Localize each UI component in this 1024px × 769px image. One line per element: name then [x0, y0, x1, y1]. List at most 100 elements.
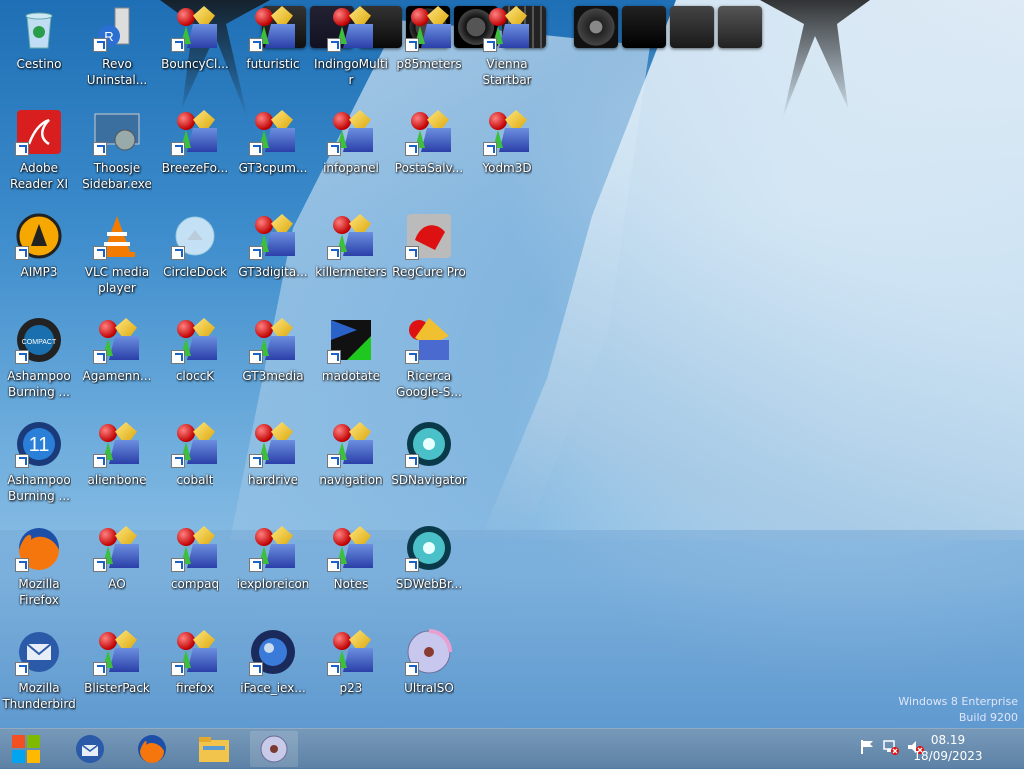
desktop-icon-iexploreicon[interactable]: iexploreicon — [234, 524, 312, 592]
desktop-icon-sdnavigator[interactable]: SDNavigator — [390, 420, 468, 488]
desktop-icon-yodm3d[interactable]: Yodm3D — [468, 108, 546, 176]
desktop-icon-label: killermeters — [315, 265, 387, 279]
taskbar-firefox[interactable] — [128, 731, 176, 767]
thunderbird-icon — [76, 735, 104, 763]
desktop-icon-label: UltraISO — [404, 681, 454, 695]
gt3media-icon — [249, 316, 297, 364]
shortcut-arrow-icon — [405, 38, 419, 52]
indigomultir-icon — [327, 4, 375, 52]
desktop-icon-futuristic[interactable]: futuristic — [234, 4, 312, 72]
desktop-icon-p23[interactable]: p23 — [312, 628, 390, 696]
shortcut-arrow-icon — [171, 662, 185, 676]
navigation-icon — [327, 420, 375, 468]
desktop-icon-compaq[interactable]: compaq — [156, 524, 234, 592]
gt3digita-icon — [249, 212, 297, 260]
desktop-icon-infopanel[interactable]: infopanel — [312, 108, 390, 176]
svg-text:COMPACT: COMPACT — [22, 339, 57, 346]
shortcut-arrow-icon — [327, 350, 341, 364]
postasalv-icon — [405, 108, 453, 156]
taskbar-ultraiso[interactable] — [250, 731, 298, 767]
dock-recycle-icon[interactable] — [718, 6, 762, 48]
desktop-icon-label: Cestino — [16, 57, 62, 71]
desktop-icon-mozilla-thunderbird[interactable]: Mozilla Thunderbird — [0, 628, 78, 712]
desktop-icon-ao[interactable]: AO — [78, 524, 156, 592]
desktop-icon-label: Ashampoo Burning ... — [7, 369, 71, 399]
desktop-icon-hardrive[interactable]: hardrive — [234, 420, 312, 488]
shortcut-arrow-icon — [93, 350, 107, 364]
notes-icon — [327, 524, 375, 572]
action-center-flag-icon[interactable] — [858, 738, 876, 756]
desktop-icon-ricerca-google[interactable]: Ricerca Google-S... — [390, 316, 468, 400]
shortcut-arrow-icon — [15, 246, 29, 260]
desktop-icon-recycle-bin[interactable]: Cestino — [0, 4, 78, 72]
dock-tshirt-icon[interactable] — [622, 6, 666, 48]
dock-tools-icon[interactable] — [670, 6, 714, 48]
desktop-icon-gt3media[interactable]: GT3media — [234, 316, 312, 384]
p85meters-icon — [405, 4, 453, 52]
desktop-icon-gt3cpum[interactable]: GT3cpum... — [234, 108, 312, 176]
desktop-icon-blisterpack[interactable]: BlisterPack — [78, 628, 156, 696]
shortcut-arrow-icon — [15, 662, 29, 676]
p23-icon — [327, 628, 375, 676]
desktop-icon-revo-uninstaller[interactable]: R Revo Uninstal... — [78, 4, 156, 88]
desktop-icon-gt3digita[interactable]: GT3digita... — [234, 212, 312, 280]
shortcut-arrow-icon — [171, 246, 185, 260]
desktop-icon-sdwebbr[interactable]: SDWebBr... — [390, 524, 468, 592]
desktop-icon-label: compaq — [170, 577, 220, 591]
desktop-icon-regcure-pro[interactable]: RegCure Pro — [390, 212, 468, 280]
aimp3-icon — [15, 212, 63, 260]
desktop-icon-adobe-reader[interactable]: Adobe Reader XI — [0, 108, 78, 192]
ultraiso-icon — [405, 628, 453, 676]
start-button[interactable] — [2, 731, 50, 767]
taskbar-clock[interactable]: 08.19 18/09/2023 — [908, 732, 988, 764]
windows-logo-icon — [12, 735, 40, 763]
desktop-icon-label: infopanel — [323, 161, 379, 175]
desktop-icon-label: GT3digita... — [238, 265, 308, 279]
desktop-icon-alienbone[interactable]: alienbone — [78, 420, 156, 488]
desktop-icon-postasalv[interactable]: PostaSalv... — [390, 108, 468, 176]
desktop-icon-ultraiso[interactable]: UltraISO — [390, 628, 468, 696]
desktop-icon-label: BouncyCl... — [161, 57, 229, 71]
desktop-icon-notes[interactable]: Notes — [312, 524, 390, 592]
desktop-icon-iface-iex[interactable]: iFace_iex... — [234, 628, 312, 696]
desktop-icon-label: Thoosje Sidebar.exe — [82, 161, 152, 191]
desktop-icon-vienna-startbar[interactable]: Vienna Startbar — [468, 4, 546, 88]
desktop-icon-navigation[interactable]: navigation — [312, 420, 390, 488]
desktop-icon-ashampoo-burning-2[interactable]: 11 Ashampoo Burning ... — [0, 420, 78, 504]
desktop-icon-label: GT3media — [242, 369, 304, 383]
shortcut-arrow-icon — [249, 350, 263, 364]
shortcut-arrow-icon — [249, 246, 263, 260]
desktop-icon-label: Mozilla Firefox — [18, 577, 60, 607]
desktop-icon-firefox[interactable]: firefox — [156, 628, 234, 696]
shortcut-arrow-icon — [93, 38, 107, 52]
desktop-icon-clocck[interactable]: cloccK — [156, 316, 234, 384]
desktop-icon-bouncycl[interactable]: BouncyCl... — [156, 4, 234, 72]
desktop-icon-p85meters[interactable]: p85meters — [390, 4, 468, 72]
firefox-icon — [171, 628, 219, 676]
vlc-media-player-icon — [93, 212, 141, 260]
desktop-icon-aimp3[interactable]: AIMP3 — [0, 212, 78, 280]
desktop-icon-thoosje-sidebar[interactable]: Thoosje Sidebar.exe — [78, 108, 156, 192]
desktop-icon-indigomultir[interactable]: IndingoMultir — [312, 4, 390, 88]
taskbar-file-explorer[interactable] — [190, 731, 238, 767]
desktop-icon-label: SDWebBr... — [395, 577, 463, 591]
desktop-icon-breezefo[interactable]: BreezeFo... — [156, 108, 234, 176]
desktop-icon-madotate[interactable]: madotate — [312, 316, 390, 384]
dock-ie-icon[interactable] — [574, 6, 618, 48]
sdwebbr-icon — [405, 524, 453, 572]
mozilla-firefox-icon — [15, 524, 63, 572]
vienna-startbar-icon — [483, 4, 531, 52]
taskbar-thunderbird[interactable] — [66, 731, 114, 767]
desktop-icon-killermeters[interactable]: killermeters — [312, 212, 390, 280]
desktop-icon-agamenn[interactable]: Agamenn... — [78, 316, 156, 384]
desktop-icon-vlc-media-player[interactable]: VLC media player — [78, 212, 156, 296]
desktop-icon-label: cloccK — [175, 369, 215, 383]
shortcut-arrow-icon — [327, 454, 341, 468]
folder-icon — [199, 737, 229, 762]
desktop-icon-mozilla-firefox[interactable]: Mozilla Firefox — [0, 524, 78, 608]
desktop-icon-ashampoo-burning-1[interactable]: COMPACT Ashampoo Burning ... — [0, 316, 78, 400]
desktop-icon-cobalt[interactable]: cobalt — [156, 420, 234, 488]
network-disconnected-icon[interactable] — [882, 738, 900, 756]
desktop-icon-circledock[interactable]: CircleDock — [156, 212, 234, 280]
madotate-icon — [327, 316, 375, 364]
